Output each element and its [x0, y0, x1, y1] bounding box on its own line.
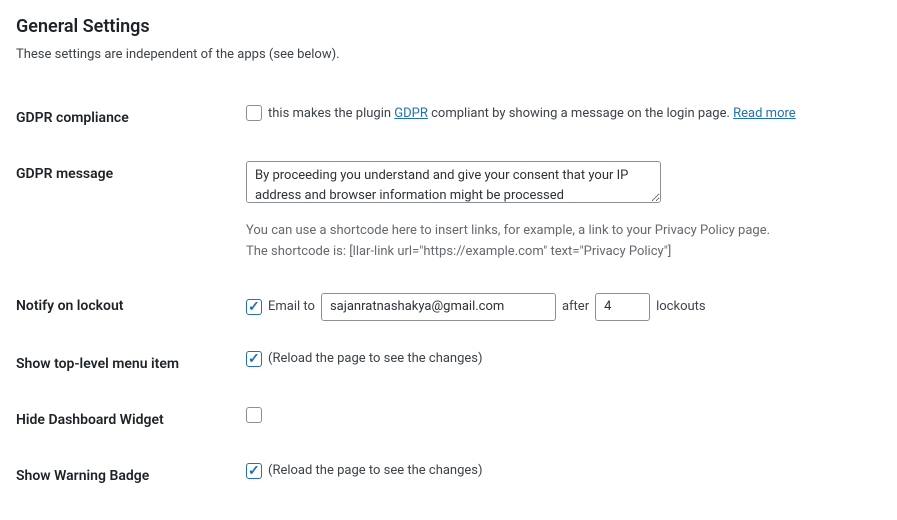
label-gdpr-message: GDPR message	[16, 146, 236, 278]
row-notify-lockout: Notify on lockout Email to after lockout…	[16, 278, 881, 336]
checkbox-hide-dashboard[interactable]	[246, 407, 262, 423]
input-notify-email[interactable]	[321, 293, 556, 321]
label-hide-dashboard: Hide Dashboard Widget	[16, 392, 236, 448]
gdpr-text-middle: compliant by showing a message on the lo…	[428, 106, 733, 121]
settings-table: GDPR compliance this makes the plugin GD…	[16, 90, 881, 504]
hint-gdpr-message: You can use a shortcode here to insert l…	[246, 221, 871, 263]
checkbox-gdpr-compliance[interactable]	[246, 105, 262, 121]
row-gdpr-compliance: GDPR compliance this makes the plugin GD…	[16, 90, 881, 146]
checkbox-show-top-menu[interactable]	[246, 351, 262, 367]
text-after: after	[562, 299, 589, 314]
checkbox-show-warning-badge[interactable]	[246, 463, 262, 479]
hint-gdpr-line2: The shortcode is: [llar-link url="https:…	[246, 242, 871, 263]
row-gdpr-message: GDPR message By proceeding you understan…	[16, 146, 881, 278]
link-gdpr[interactable]: GDPR	[394, 106, 428, 121]
label-show-top-menu: Show top-level menu item	[16, 336, 236, 392]
row-show-warning-badge: Show Warning Badge (Reload the page to s…	[16, 448, 881, 504]
input-notify-count[interactable]	[595, 293, 650, 321]
section-description: These settings are independent of the ap…	[16, 47, 881, 62]
text-gdpr-compliance: this makes the plugin GDPR compliant by …	[268, 106, 796, 121]
checkbox-notify-lockout[interactable]	[246, 299, 262, 315]
note-show-warning-badge: (Reload the page to see the changes)	[268, 463, 483, 478]
row-hide-dashboard: Hide Dashboard Widget	[16, 392, 881, 448]
label-notify-lockout: Notify on lockout	[16, 278, 236, 336]
section-title: General Settings	[16, 16, 881, 37]
label-show-warning-badge: Show Warning Badge	[16, 448, 236, 504]
textarea-gdpr-message[interactable]: By proceeding you understand and give yo…	[246, 161, 661, 203]
hint-gdpr-line1: You can use a shortcode here to insert l…	[246, 221, 871, 242]
label-gdpr-compliance: GDPR compliance	[16, 90, 236, 146]
row-show-top-menu: Show top-level menu item (Reload the pag…	[16, 336, 881, 392]
link-read-more[interactable]: Read more	[733, 106, 796, 121]
gdpr-text-before: this makes the plugin	[268, 106, 394, 121]
text-email-to: Email to	[268, 299, 315, 314]
text-lockouts: lockouts	[656, 299, 706, 314]
note-show-top-menu: (Reload the page to see the changes)	[268, 351, 483, 366]
